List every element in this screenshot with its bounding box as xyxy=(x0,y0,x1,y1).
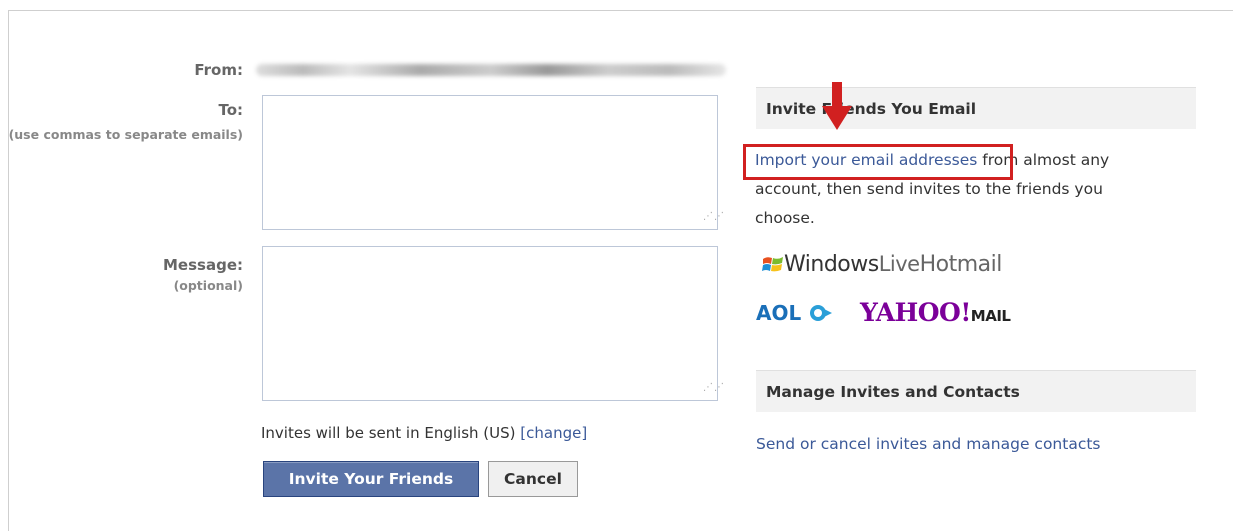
change-language-link[interactable]: [change] xyxy=(520,424,587,442)
hotmail-live-text: Live xyxy=(878,252,920,276)
manage-contacts-link[interactable]: Send or cancel invites and manage contac… xyxy=(756,435,1101,453)
hotmail-logo[interactable]: WindowsLiveHotmail xyxy=(762,252,1002,277)
resize-grip-icon[interactable]: ⋰⋰ xyxy=(703,212,724,228)
yahoo-text: YAHOO! xyxy=(860,298,971,327)
aol-logo[interactable]: AOL xyxy=(756,301,833,325)
red-arrow-icon xyxy=(822,82,852,130)
hotmail-windows-text: Windows xyxy=(784,252,879,277)
from-email-blurred xyxy=(256,64,726,76)
aol-running-man-icon xyxy=(810,305,833,321)
to-label: To: xyxy=(218,101,243,119)
hotmail-name-text: Hotmail xyxy=(919,252,1003,277)
resize-grip-icon[interactable]: ⋰⋰ xyxy=(703,383,724,399)
to-hint: (use commas to separate emails) xyxy=(8,127,243,142)
aol-text: AOL xyxy=(756,301,802,325)
from-label: From: xyxy=(194,61,243,79)
highlight-box xyxy=(743,144,1013,180)
manage-heading: Manage Invites and Contacts xyxy=(756,370,1196,412)
yahoo-mail-text: MAIL xyxy=(970,307,1011,325)
language-note: Invites will be sent in English (US) [ch… xyxy=(261,424,587,442)
windows-flag-icon xyxy=(762,257,783,272)
language-note-text: Invites will be sent in English (US) xyxy=(261,424,516,442)
message-hint: (optional) xyxy=(173,278,243,293)
message-field[interactable] xyxy=(262,246,718,401)
yahoo-mail-logo[interactable]: YAHOO!MAIL xyxy=(860,298,1011,327)
message-label: Message: xyxy=(163,256,243,274)
cancel-button[interactable]: Cancel xyxy=(488,461,578,497)
to-field[interactable] xyxy=(262,95,718,230)
invite-friends-button[interactable]: Invite Your Friends xyxy=(263,461,479,497)
